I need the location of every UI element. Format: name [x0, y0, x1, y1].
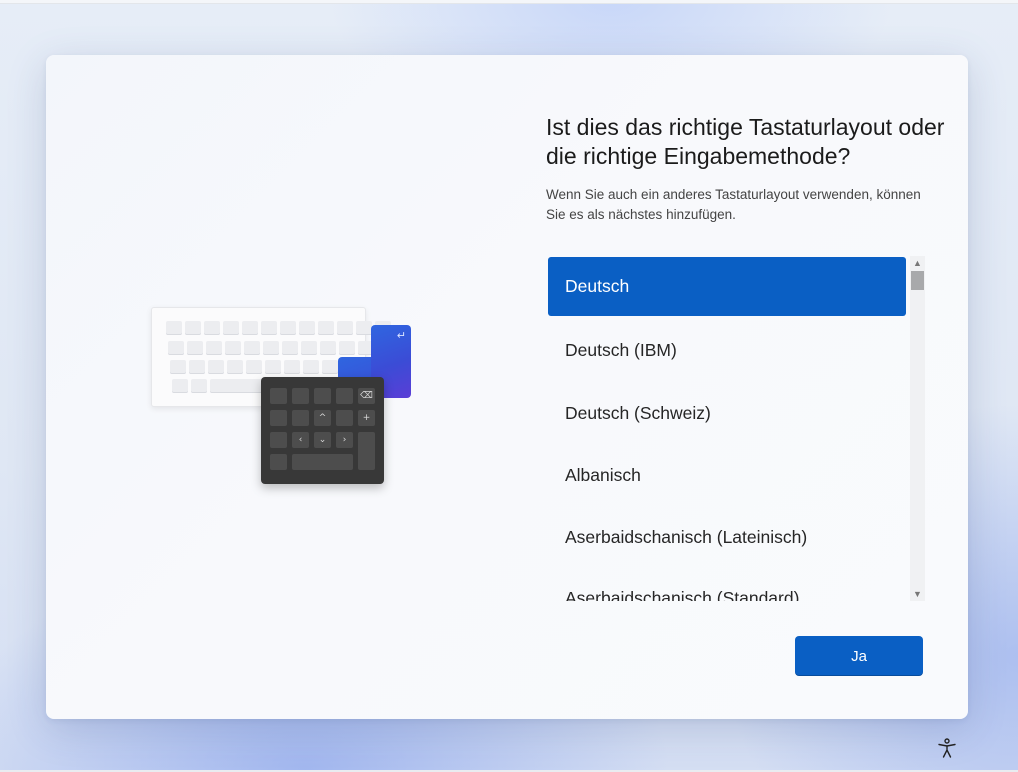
window-top-edge: [0, 0, 1018, 4]
list-item-deutsch-schweiz[interactable]: Deutsch (Schweiz): [548, 384, 906, 443]
keyboard-key: [191, 379, 207, 393]
keyboard-key: [284, 360, 300, 374]
keyboard-key: [318, 321, 334, 335]
keyboard-key: [356, 321, 372, 335]
accessibility-icon[interactable]: [936, 737, 958, 759]
list-item-aserbaidschanisch-lateinisch[interactable]: Aserbaidschanisch (Lateinisch): [548, 508, 906, 567]
keyboard-key: [242, 321, 258, 335]
list-item-deutsch[interactable]: Deutsch: [548, 257, 906, 316]
numpad-key: [292, 388, 309, 404]
numpad-key: [270, 388, 287, 404]
keyboard-key: [265, 360, 281, 374]
keyboard-key: [187, 341, 203, 355]
keyboard-key: [320, 341, 336, 355]
keyboard-key: [185, 321, 201, 335]
list-item-deutsch-ibm[interactable]: Deutsch (IBM): [548, 321, 906, 380]
numpad-key: [292, 454, 353, 470]
numpad-key: [314, 388, 331, 404]
keyboard-key: [303, 360, 319, 374]
enter-arrow-icon: ↵: [396, 330, 406, 342]
numpad-enter-key: [358, 432, 375, 470]
keyboard-key: [206, 341, 222, 355]
keyboard-key: [299, 321, 315, 335]
numpad-key: [270, 432, 287, 448]
keyboard-key: [337, 321, 353, 335]
numpad-key: ‹: [292, 432, 309, 448]
keyboard-key: [168, 341, 184, 355]
keyboard-key: [208, 360, 224, 374]
keyboard-key: [263, 341, 279, 355]
page-title: Ist dies das richtige Tastaturlayout ode…: [546, 114, 945, 169]
numpad-key: ^: [314, 410, 331, 426]
chevron-down-icon[interactable]: ▼: [910, 587, 925, 601]
keyboard-key: [261, 321, 277, 335]
numpad-image: ⌫ ^ + ‹ ⌄ ›: [261, 377, 384, 484]
keyboard-key: [282, 341, 298, 355]
keyboard-layout-list[interactable]: Deutsch Deutsch (IBM) Deutsch (Schweiz) …: [548, 255, 926, 601]
keyboard-key: [189, 360, 205, 374]
numpad-key: +: [358, 410, 375, 426]
chevron-up-icon[interactable]: ▲: [910, 256, 925, 270]
keyboard-key: [204, 321, 220, 335]
page-subtitle: Wenn Sie auch ein anderes Tastaturlayout…: [546, 187, 921, 222]
numpad-key: ›: [336, 432, 353, 448]
keyboard-key: [172, 379, 188, 393]
keyboard-key: [339, 341, 355, 355]
keyboard-key: [223, 321, 239, 335]
list-scrollbar[interactable]: ▲ ▼: [910, 256, 925, 601]
keyboard-key: [301, 341, 317, 355]
numpad-key: ⌫: [358, 388, 375, 404]
keyboard-key: [170, 360, 186, 374]
keyboard-key: [227, 360, 243, 374]
keyboard-key: [322, 360, 338, 374]
numpad-key: [336, 410, 353, 426]
keyboard-key: [166, 321, 182, 335]
keyboard-key: [225, 341, 241, 355]
numpad-key: ⌄: [314, 432, 331, 448]
keyboard-key: [244, 341, 260, 355]
keyboard-key: [246, 360, 262, 374]
scrollbar-thumb[interactable]: [911, 271, 924, 290]
numpad-key: [292, 410, 309, 426]
numpad-key: [270, 410, 287, 426]
setup-card: ↵ ⌫ ^ + ‹ ⌄ › Ist dies das richtige Tastaturl…: [46, 55, 968, 719]
list-item-aserbaidschanisch-standard[interactable]: Aserbaidschanisch (Standard): [548, 569, 906, 601]
ja-button[interactable]: Ja: [795, 636, 923, 676]
list-item-albanisch[interactable]: Albanisch: [548, 446, 906, 505]
keyboard-illustration: ↵ ⌫ ^ + ‹ ⌄ ›: [151, 307, 413, 487]
keyboard-key: [280, 321, 296, 335]
numpad-key: [270, 454, 287, 470]
numpad-key: [336, 388, 353, 404]
